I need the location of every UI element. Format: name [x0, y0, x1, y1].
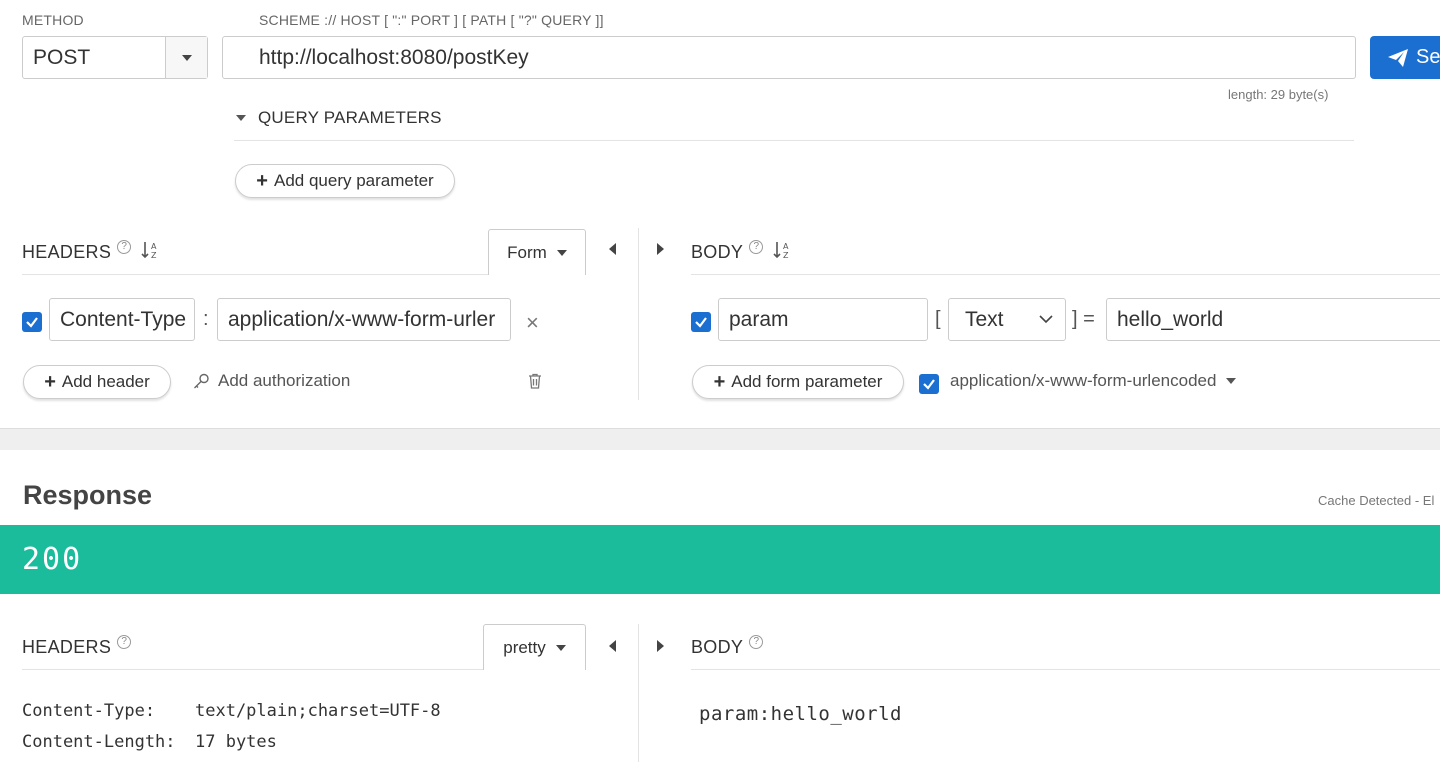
send-button[interactable]: Se — [1370, 36, 1440, 79]
collapse-left-icon[interactable] — [609, 640, 616, 652]
response-header-name: Content-Type: — [22, 701, 156, 721]
url-length: length: 29 byte(s) — [1228, 87, 1329, 102]
response-body-title: BODY — [691, 637, 744, 657]
response-header-name: Content-Length: — [22, 732, 176, 752]
caret-down-icon — [1226, 378, 1237, 384]
query-params-title: QUERY PARAMETERS — [258, 108, 442, 127]
bracket-close-equals: ] = — [1072, 308, 1095, 330]
add-form-parameter-button[interactable]: + Add form parameter — [692, 365, 904, 399]
check-icon — [26, 317, 38, 328]
method-label: METHOD — [22, 12, 84, 28]
response-body-text: param:hello_world — [699, 703, 902, 725]
header-name-input[interactable]: Content-Type — [49, 298, 195, 341]
plus-icon: + — [713, 371, 726, 393]
response-header-row: Content-Length: 17 bytes — [22, 727, 441, 758]
caret-down-icon — [236, 115, 246, 121]
caret-down-icon — [556, 249, 567, 256]
request-body-header: BODY ? AZ — [691, 236, 791, 263]
body-param-name-input[interactable]: param — [718, 298, 928, 341]
response-body-header: BODY ? — [691, 631, 764, 658]
help-icon[interactable]: ? — [749, 634, 764, 649]
svg-text:A: A — [151, 242, 157, 251]
header-value-input[interactable]: application/x-www-form-urler — [217, 298, 511, 341]
check-icon — [695, 317, 707, 328]
divider — [691, 274, 1440, 275]
status-bar: 200 — [0, 525, 1440, 594]
pane-splitter[interactable] — [638, 228, 639, 400]
header-separator: : — [203, 308, 209, 330]
section-separator — [0, 428, 1440, 450]
query-params-toggle[interactable]: QUERY PARAMETERS — [236, 108, 442, 128]
response-title: Response — [23, 480, 153, 510]
help-icon[interactable]: ? — [117, 634, 132, 649]
svg-text:A: A — [783, 242, 789, 251]
method-value: POST — [33, 45, 91, 69]
url-input[interactable]: http://localhost:8080/postKey — [222, 36, 1356, 79]
divider — [22, 669, 483, 670]
chevron-down-icon — [1039, 315, 1053, 324]
status-code: 200 — [22, 542, 83, 577]
response-headers-title: HEADERS — [22, 637, 112, 657]
add-form-parameter-label: Add form parameter — [731, 372, 883, 391]
body-param-enabled-checkbox[interactable] — [691, 312, 711, 332]
divider — [22, 274, 488, 275]
add-query-parameter-button[interactable]: + Add query parameter — [235, 164, 455, 198]
body-param-type-value: Text — [965, 307, 1004, 331]
collapse-right-icon[interactable] — [657, 243, 664, 255]
collapse-right-icon[interactable] — [657, 640, 664, 652]
caret-down-icon — [181, 54, 192, 61]
remove-header-icon[interactable]: × — [526, 312, 539, 334]
response-headers-list: Content-Type: text/plain;charset=UTF-8 C… — [22, 696, 441, 758]
add-query-parameter-label: Add query parameter — [273, 171, 434, 190]
add-header-label: Add header — [61, 372, 150, 391]
sort-az-icon[interactable]: AZ — [773, 240, 791, 260]
response-headers-mode-value: pretty — [503, 637, 546, 657]
help-icon[interactable]: ? — [749, 239, 764, 254]
trash-icon[interactable] — [528, 373, 542, 389]
send-button-label: Se — [1416, 46, 1440, 68]
add-authorization-link[interactable]: Add authorization — [193, 371, 350, 391]
request-headers-title: HEADERS — [22, 242, 112, 262]
plus-icon: + — [44, 371, 56, 393]
headers-mode-select[interactable]: Form — [488, 229, 586, 275]
body-content-type-select[interactable]: application/x-www-form-urlencoded — [950, 371, 1237, 391]
add-authorization-label: Add authorization — [218, 371, 351, 390]
sort-az-icon[interactable]: AZ — [141, 240, 159, 260]
cache-note: Cache Detected - El — [1318, 493, 1435, 508]
svg-text:Z: Z — [151, 251, 157, 260]
check-icon — [923, 379, 935, 390]
divider — [691, 669, 1440, 670]
caret-down-icon — [555, 644, 566, 651]
response-headers-header: HEADERS ? — [22, 631, 132, 658]
add-header-button[interactable]: + Add header — [23, 365, 171, 399]
divider — [234, 140, 1354, 141]
url-format-hint: SCHEME :// HOST [ ":" PORT ] [ PATH [ "?… — [259, 12, 604, 28]
response-header-value: 17 bytes — [195, 732, 277, 752]
response-headers-mode-select[interactable]: pretty — [483, 624, 586, 670]
body-param-value-input[interactable]: hello_world — [1106, 298, 1440, 341]
svg-text:Z: Z — [783, 251, 789, 260]
response-header-row: Content-Type: text/plain;charset=UTF-8 — [22, 696, 441, 727]
key-icon — [194, 373, 209, 388]
help-icon[interactable]: ? — [117, 239, 132, 254]
collapse-left-icon[interactable] — [609, 243, 616, 255]
request-headers-header: HEADERS ? AZ — [22, 236, 159, 263]
request-body-title: BODY — [691, 242, 744, 262]
method-select[interactable]: POST — [22, 36, 208, 79]
header-enabled-checkbox[interactable] — [22, 312, 42, 332]
paper-plane-icon — [1388, 48, 1408, 67]
pane-splitter[interactable] — [638, 624, 639, 762]
headers-mode-value: Form — [507, 242, 547, 262]
body-content-type-value: application/x-www-form-urlencoded — [950, 371, 1217, 390]
bracket-open: [ — [935, 308, 941, 330]
method-dropdown-button[interactable] — [165, 37, 207, 78]
body-param-type-select[interactable]: Text — [948, 298, 1066, 341]
response-header-value: text/plain;charset=UTF-8 — [195, 701, 441, 721]
content-type-checkbox[interactable] — [919, 374, 939, 394]
plus-icon: + — [256, 170, 268, 192]
